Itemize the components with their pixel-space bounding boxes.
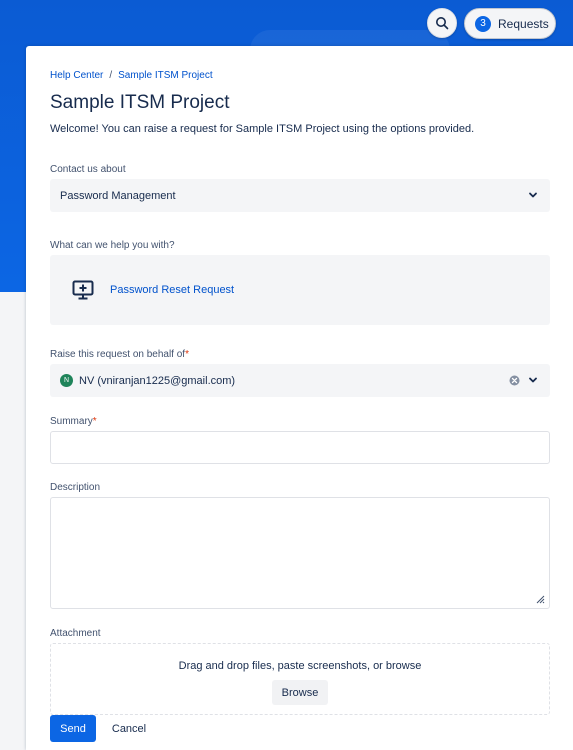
search-icon — [436, 17, 449, 30]
request-form-panel: Help Center / Sample ITSM Project Sample… — [26, 46, 573, 750]
resize-handle-icon[interactable] — [535, 594, 545, 604]
required-marker: * — [92, 416, 97, 427]
required-marker: * — [185, 349, 189, 360]
request-type-card[interactable]: Password Reset Request — [50, 255, 550, 325]
cancel-button[interactable]: Cancel — [104, 715, 154, 742]
contact-label: Contact us about — [50, 164, 126, 175]
breadcrumb: Help Center / Sample ITSM Project — [50, 70, 213, 81]
summary-label: Summary* — [50, 416, 97, 427]
summary-label-text: Summary — [50, 416, 93, 427]
summary-input[interactable] — [50, 431, 550, 464]
requests-label: Requests — [498, 16, 549, 31]
search-button[interactable] — [427, 8, 457, 38]
breadcrumb-help-center[interactable]: Help Center — [50, 70, 103, 81]
send-button[interactable]: Send — [50, 715, 96, 742]
request-type-label[interactable]: Password Reset Request — [110, 284, 234, 296]
requests-count-badge: 3 — [475, 15, 491, 32]
monitor-plus-icon — [72, 280, 94, 300]
behalf-label-text: Raise this request on behalf of — [50, 349, 186, 360]
breadcrumb-separator: / — [109, 70, 113, 81]
avatar: N — [60, 374, 73, 387]
behalf-selected-value: NV (vniranjan1225@gmail.com) — [79, 374, 236, 387]
browse-button[interactable]: Browse — [272, 680, 328, 705]
contact-selected-value: Password Management — [60, 189, 176, 202]
description-textarea[interactable] — [50, 497, 550, 609]
behalf-label: Raise this request on behalf of* — [50, 349, 189, 360]
requests-button[interactable]: 3 Requests — [464, 8, 556, 39]
attachment-label: Attachment — [50, 628, 101, 639]
dropzone-text: Drag and drop files, paste screenshots, … — [178, 660, 422, 672]
chevron-down-icon — [529, 377, 537, 383]
clear-icon[interactable] — [509, 375, 520, 386]
welcome-text: Welcome! You can raise a request for Sam… — [50, 123, 475, 135]
behalf-select[interactable]: N NV (vniranjan1225@gmail.com) — [50, 364, 550, 397]
attachment-dropzone[interactable]: Drag and drop files, paste screenshots, … — [50, 643, 550, 715]
breadcrumb-project[interactable]: Sample ITSM Project — [118, 70, 212, 81]
help-label: What can we help you with? — [50, 240, 175, 251]
contact-select[interactable]: Password Management — [50, 179, 550, 212]
description-label: Description — [50, 482, 101, 493]
chevron-down-icon — [529, 192, 537, 198]
page-title: Sample ITSM Project — [50, 92, 230, 113]
